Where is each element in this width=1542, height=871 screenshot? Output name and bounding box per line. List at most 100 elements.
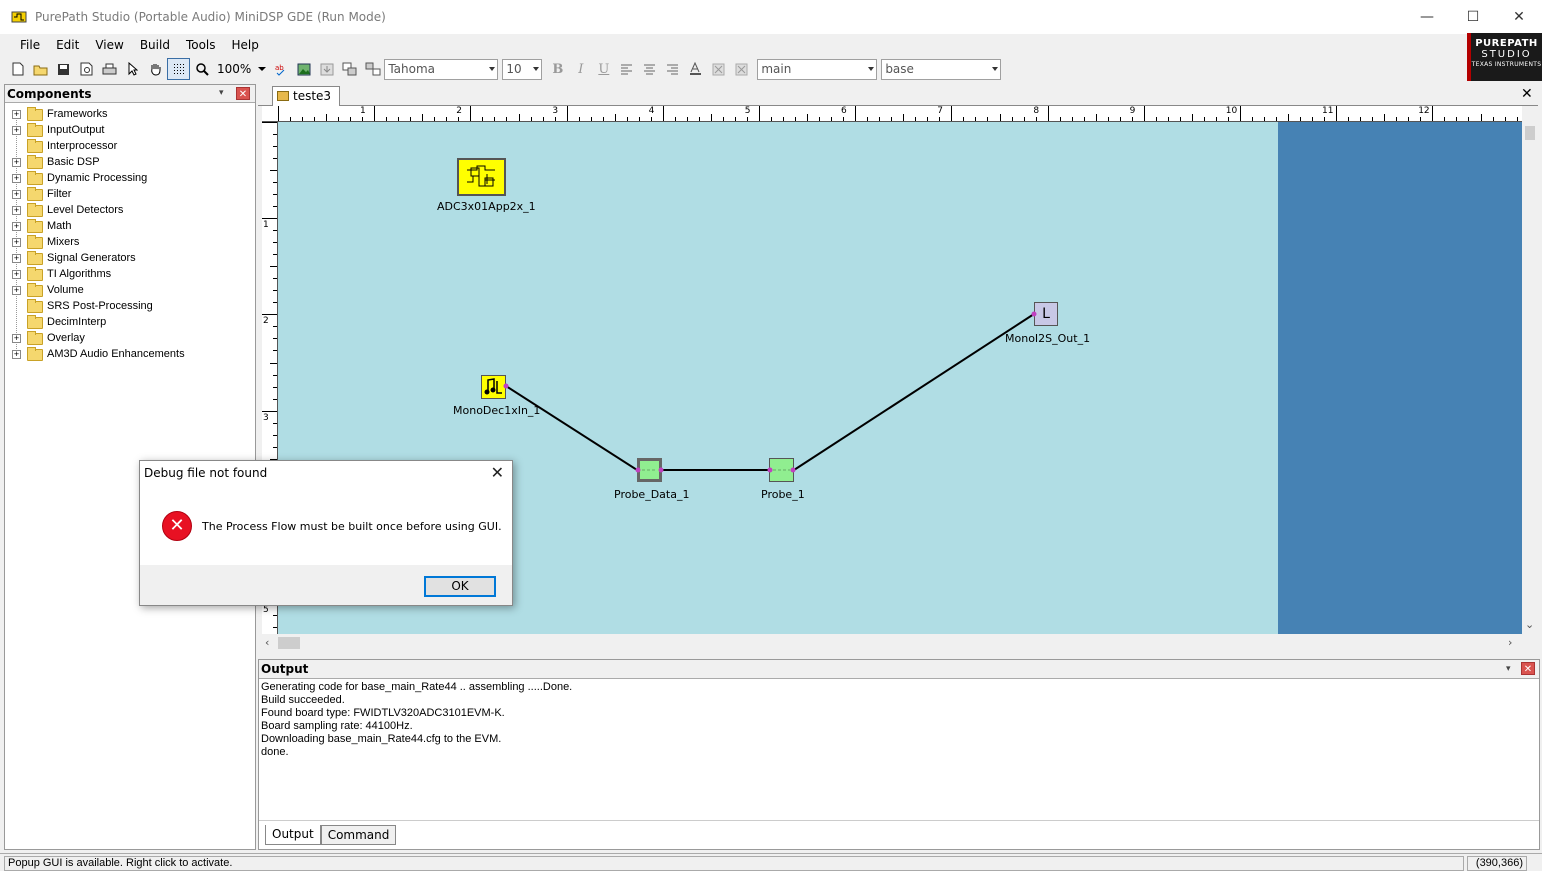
expand-plus-icon[interactable]: + bbox=[12, 254, 21, 263]
grid-toggle-icon[interactable] bbox=[167, 58, 190, 80]
menu-tools[interactable]: Tools bbox=[178, 38, 224, 52]
menu-build[interactable]: Build bbox=[132, 38, 178, 52]
vertical-scrollbar[interactable]: ⌄ bbox=[1522, 122, 1538, 634]
tree-item[interactable]: + Level Detectors bbox=[5, 203, 255, 219]
new-file-icon[interactable] bbox=[6, 58, 29, 80]
tab-teste3[interactable]: teste3 bbox=[272, 86, 341, 106]
probe-block[interactable] bbox=[769, 458, 794, 482]
zoom-magnifier-icon[interactable] bbox=[190, 58, 213, 80]
expand-plus-icon[interactable]: + bbox=[12, 222, 21, 231]
scroll-right-arrow-icon[interactable]: › bbox=[1508, 636, 1512, 649]
dialog-message: The Process Flow must be built once befo… bbox=[202, 520, 502, 533]
ruler-tick bbox=[273, 446, 277, 448]
pan-hand-icon[interactable] bbox=[144, 58, 167, 80]
underline-button[interactable]: U bbox=[592, 58, 615, 80]
zoom-level[interactable]: 100% bbox=[213, 62, 255, 76]
tree-item[interactable]: + Signal Generators bbox=[5, 251, 255, 267]
ruler-label: 2 bbox=[456, 106, 462, 116]
horizontal-scroll-thumb[interactable] bbox=[278, 637, 300, 649]
tree-item[interactable]: + InputOutput bbox=[5, 123, 255, 139]
ruler-tick bbox=[1372, 117, 1374, 121]
open-folder-icon[interactable] bbox=[29, 58, 52, 80]
menu-view[interactable]: View bbox=[87, 38, 131, 52]
base-select[interactable]: base bbox=[881, 58, 1002, 80]
expand-plus-icon[interactable]: + bbox=[12, 190, 21, 199]
output-line: Downloading base_main_Rate44.cfg to the … bbox=[261, 733, 502, 745]
expand-plus-icon[interactable]: + bbox=[12, 238, 21, 247]
ruler-tick bbox=[1155, 117, 1157, 121]
print-icon[interactable] bbox=[98, 58, 121, 80]
expand-plus-icon[interactable]: + bbox=[12, 286, 21, 295]
adc-block[interactable] bbox=[457, 158, 506, 196]
error-icon: ✕ bbox=[162, 511, 192, 541]
import-icon[interactable] bbox=[315, 58, 338, 80]
expand-plus-icon[interactable]: + bbox=[12, 158, 21, 167]
expand-plus-icon[interactable]: + bbox=[12, 206, 21, 215]
tree-item[interactable]: + TI Algorithms bbox=[5, 267, 255, 283]
tree-item[interactable]: + Basic DSP bbox=[5, 155, 255, 171]
ok-button[interactable]: OK bbox=[424, 576, 496, 597]
italic-button[interactable]: I bbox=[569, 58, 592, 80]
font-size-select[interactable]: 10 bbox=[502, 58, 543, 80]
zoom-dropdown-icon[interactable] bbox=[255, 58, 269, 80]
tree-item[interactable]: + Math bbox=[5, 219, 255, 235]
mono-in-block[interactable] bbox=[481, 375, 506, 399]
tree-item[interactable]: + Volume bbox=[5, 283, 255, 299]
expand-plus-icon[interactable]: + bbox=[12, 110, 21, 119]
document-close-icon[interactable]: ✕ bbox=[1521, 86, 1533, 102]
tree-item[interactable]: + Filter bbox=[5, 187, 255, 203]
group-icon[interactable] bbox=[338, 58, 361, 80]
tree-item[interactable]: + Frameworks bbox=[5, 107, 255, 123]
select-pointer-icon[interactable] bbox=[121, 58, 144, 80]
expand-plus-icon[interactable]: + bbox=[12, 126, 21, 135]
align-left-icon[interactable] bbox=[615, 58, 638, 80]
tab-command[interactable]: Command bbox=[320, 825, 397, 845]
tree-item[interactable]: + Dynamic Processing bbox=[5, 171, 255, 187]
save-icon[interactable] bbox=[52, 58, 75, 80]
tree-item[interactable]: + AM3D Audio Enhancements bbox=[5, 347, 255, 363]
insert-image-icon[interactable] bbox=[292, 58, 315, 80]
process-flow-select[interactable]: main bbox=[757, 58, 878, 80]
delete-gray-icon[interactable] bbox=[707, 58, 730, 80]
ruler-label: 4 bbox=[648, 106, 655, 116]
font-family-select[interactable]: Tahoma bbox=[384, 58, 499, 80]
probe-data-block[interactable] bbox=[637, 458, 662, 482]
delete-gray-icon-2[interactable] bbox=[730, 58, 753, 80]
menu-edit[interactable]: Edit bbox=[48, 38, 87, 52]
bold-button[interactable]: B bbox=[546, 58, 569, 80]
scroll-down-arrow-icon[interactable]: ⌄ bbox=[1525, 618, 1534, 631]
expand-plus-icon[interactable]: + bbox=[12, 350, 21, 359]
print-preview-icon[interactable] bbox=[75, 58, 98, 80]
mono-out-block[interactable]: L bbox=[1034, 302, 1058, 326]
tree-item[interactable]: + Mixers bbox=[5, 235, 255, 251]
menu-file[interactable]: File bbox=[12, 38, 48, 52]
close-button[interactable]: ✕ bbox=[1496, 0, 1542, 34]
spell-check-icon[interactable]: ab bbox=[269, 58, 292, 80]
maximize-button[interactable]: ☐ bbox=[1450, 0, 1496, 34]
expand-plus-icon[interactable]: + bbox=[12, 174, 21, 183]
expand-plus-icon[interactable]: + bbox=[12, 334, 21, 343]
scroll-left-arrow-icon[interactable]: ‹ bbox=[265, 636, 269, 649]
align-center-icon[interactable] bbox=[638, 58, 661, 80]
align-right-icon[interactable] bbox=[661, 58, 684, 80]
ungroup-icon[interactable] bbox=[361, 58, 384, 80]
tab-output[interactable]: Output bbox=[265, 825, 321, 845]
panel-collapse-icon[interactable]: ▾ bbox=[219, 88, 224, 98]
output-panel: Output ▾ ✕ Generating code for base_main… bbox=[258, 659, 1540, 850]
expand-plus-icon[interactable]: + bbox=[12, 270, 21, 279]
menu-help[interactable]: Help bbox=[224, 38, 267, 52]
tree-item[interactable]: Interprocessor bbox=[5, 139, 255, 155]
ruler-tick bbox=[999, 114, 1001, 121]
output-line: Generating code for base_main_Rate44 .. … bbox=[261, 681, 573, 693]
tree-item[interactable]: DecimInterp bbox=[5, 315, 255, 331]
horizontal-scrollbar[interactable]: ‹ › bbox=[262, 634, 1522, 652]
tree-item[interactable]: + Overlay bbox=[5, 331, 255, 347]
tree-item[interactable]: SRS Post-Processing bbox=[5, 299, 255, 315]
panel-collapse-icon[interactable]: ▾ bbox=[1506, 664, 1511, 674]
minimize-button[interactable]: — bbox=[1404, 0, 1450, 34]
panel-close-icon[interactable]: ✕ bbox=[1521, 662, 1535, 675]
panel-close-icon[interactable]: ✕ bbox=[236, 87, 250, 100]
vertical-scroll-thumb[interactable] bbox=[1525, 126, 1535, 140]
text-color-icon[interactable] bbox=[684, 58, 707, 80]
dialog-close-icon[interactable]: ✕ bbox=[491, 463, 504, 482]
